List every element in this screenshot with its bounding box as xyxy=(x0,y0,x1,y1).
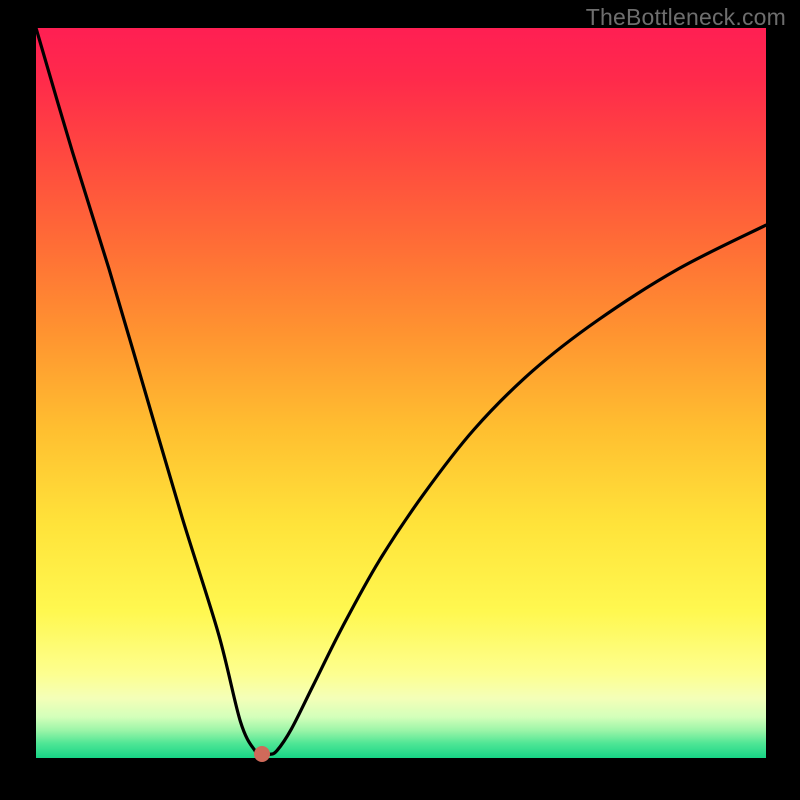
chart-frame: TheBottleneck.com xyxy=(0,0,800,800)
watermark-text: TheBottleneck.com xyxy=(586,4,786,31)
bottleneck-curve xyxy=(36,28,766,758)
plot-area xyxy=(36,28,766,758)
optimum-marker xyxy=(254,746,270,762)
